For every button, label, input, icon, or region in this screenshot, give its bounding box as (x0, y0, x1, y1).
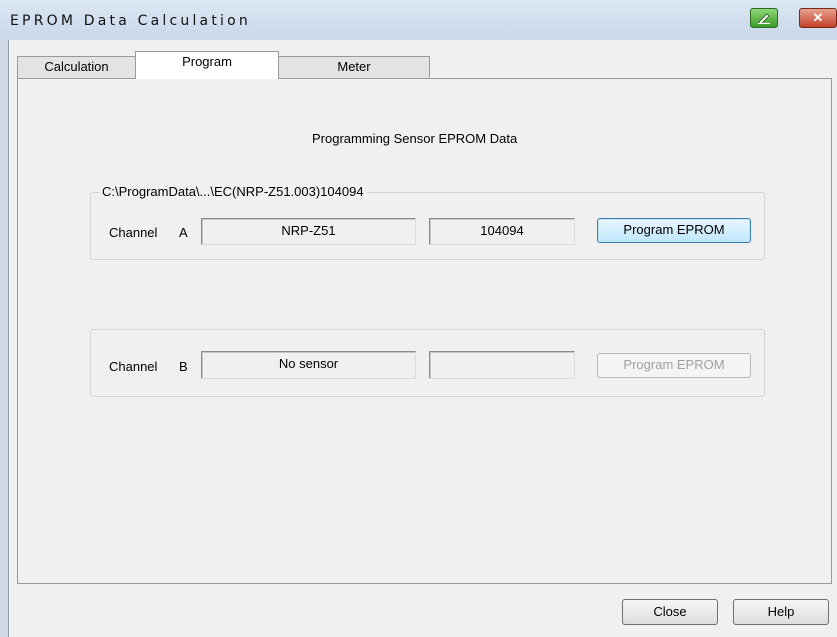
tab-label: Program (182, 54, 232, 69)
channel-a-letter: A (179, 225, 188, 240)
channel-b-label: Channel (109, 359, 158, 374)
tab-label: Calculation (44, 59, 109, 74)
close-icon: ✕ (812, 10, 824, 25)
title-bar: EPROM Data Calculation ✕ (0, 0, 837, 40)
tab-calculation[interactable]: Calculation (17, 56, 136, 79)
channel-a-sensor-field: NRP-Z51 (201, 218, 416, 245)
tab-program[interactable]: Program (135, 51, 279, 79)
channel-b-sensor-field: No sensor (201, 351, 416, 379)
channel-b-serial-field (429, 351, 575, 379)
minimize-button[interactable] (750, 8, 778, 28)
window-title: EPROM Data Calculation (10, 13, 251, 29)
channel-a-file-path: C:\ProgramData\...\EC(NRP-Z51.003)104094 (100, 184, 367, 199)
channel-b-letter: B (179, 359, 188, 374)
channel-b-program-eprom-button: Program EPROM (597, 353, 751, 378)
channel-a-serial-field: 104094 (429, 218, 575, 245)
tab-label: Meter (337, 59, 371, 74)
close-button[interactable]: Close (622, 599, 718, 625)
pencil-icon (758, 13, 770, 24)
tab-meter[interactable]: Meter (278, 56, 430, 79)
panel-heading: Programming Sensor EPROM Data (312, 131, 518, 146)
channel-a-label: Channel (109, 225, 158, 240)
channel-a-program-eprom-button[interactable]: Program EPROM (597, 218, 751, 243)
help-button[interactable]: Help (733, 599, 829, 625)
close-window-button[interactable]: ✕ (799, 8, 837, 28)
